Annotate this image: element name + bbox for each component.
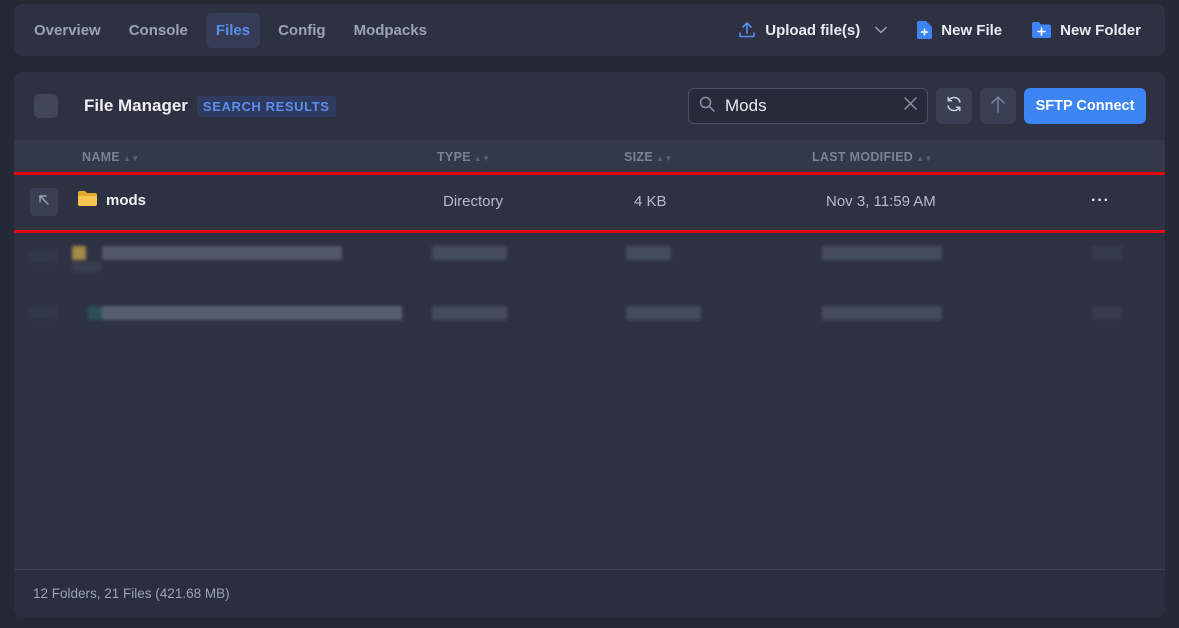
file-count-summary: 12 Folders, 21 Files (421.68 MB) [33, 586, 230, 601]
upload-icon [738, 21, 756, 39]
status-bar: 12 Folders, 21 Files (421.68 MB) [14, 569, 1165, 617]
search-results-badge: SEARCH RESULTS [196, 95, 336, 117]
tab-console[interactable]: Console [119, 13, 198, 48]
column-name[interactable]: NAME ▲▼ [82, 150, 139, 164]
new-folder-button[interactable]: New Folder [1032, 22, 1141, 39]
new-file-label: New File [941, 21, 1003, 39]
clear-search-icon[interactable] [904, 97, 917, 115]
panel-header: File Manager SEARCH RESULTS SF [14, 72, 1165, 140]
sftp-connect-button[interactable]: SFTP Connect [1024, 88, 1146, 124]
page-title: File Manager [84, 96, 188, 115]
tab-bar: Overview Console Files Config Modpacks [24, 12, 437, 48]
column-header-row: NAME ▲▼ TYPE ▲▼ SIZE ▲▼ LAST MODIFIED ▲▼ [14, 140, 1165, 173]
table-row[interactable]: mods Directory 4 KB Nov 3, 11:59 AM ··· [14, 172, 1165, 233]
sort-icon: ▲▼ [473, 154, 491, 163]
file-manager-panel: File Manager SEARCH RESULTS SF [14, 72, 1165, 617]
upload-label: Upload file(s) [765, 21, 861, 39]
file-name: mods [106, 192, 147, 209]
refresh-button[interactable] [936, 88, 972, 124]
column-type[interactable]: TYPE ▲▼ [437, 150, 490, 164]
column-last-modified[interactable]: LAST MODIFIED ▲▼ [812, 150, 933, 164]
tab-files[interactable]: Files [205, 12, 261, 48]
upload-button[interactable]: Upload file(s) [738, 21, 888, 39]
refresh-icon [945, 95, 963, 118]
tab-modpacks[interactable]: Modpacks [344, 13, 437, 48]
sort-icon: ▲▼ [916, 154, 933, 163]
search-input[interactable] [725, 96, 885, 116]
file-modified: Nov 3, 11:59 AM [826, 193, 936, 210]
column-size[interactable]: SIZE ▲▼ [624, 150, 672, 164]
new-file-icon [917, 21, 933, 39]
chevron-down-icon[interactable] [875, 26, 888, 34]
file-size: 4 KB [634, 193, 667, 210]
new-folder-icon [1032, 22, 1052, 38]
sort-icon: ▲▼ [123, 154, 140, 163]
new-folder-label: New Folder [1060, 21, 1141, 39]
tab-config[interactable]: Config [268, 13, 335, 48]
toolbar-actions: Upload file(s) New File New Folder [738, 21, 1155, 39]
folder-icon [78, 191, 97, 210]
more-options-icon[interactable]: ··· [1091, 192, 1110, 210]
file-name-cell[interactable]: mods [78, 191, 146, 210]
search-icon [699, 96, 715, 117]
tab-overview[interactable]: Overview [24, 13, 111, 48]
obscured-row [14, 292, 1165, 352]
select-all-checkbox[interactable] [34, 94, 58, 118]
file-type: Directory [443, 193, 504, 210]
obscured-row [14, 232, 1165, 292]
arrow-up-icon [990, 95, 1006, 118]
row-action-button[interactable] [30, 188, 58, 216]
sort-icon: ▲▼ [655, 154, 673, 163]
new-file-button[interactable]: New File [917, 21, 1002, 39]
arrow-up-left-icon [38, 193, 50, 211]
top-nav: Overview Console Files Config Modpacks U… [14, 4, 1165, 56]
search-box [688, 88, 928, 124]
go-up-button[interactable] [980, 88, 1016, 124]
